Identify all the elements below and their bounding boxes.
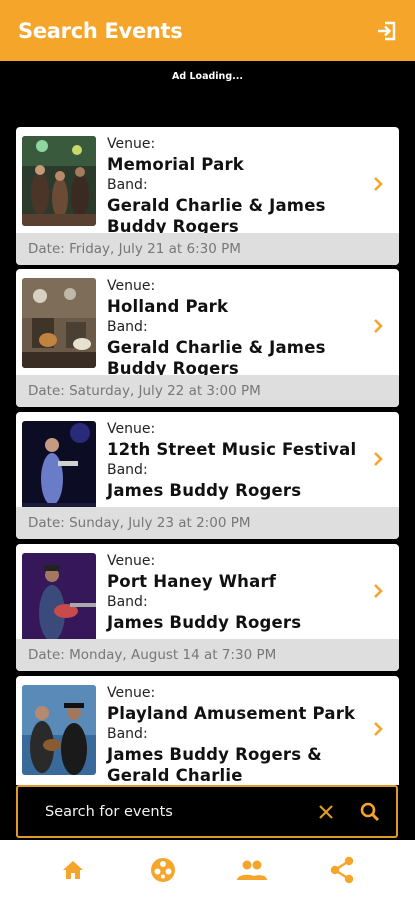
search-button[interactable] <box>348 787 392 836</box>
event-photo <box>22 685 96 775</box>
event-date: Date: Monday, August 14 at 7:30 PM <box>16 639 399 671</box>
film-reel-icon <box>150 858 175 882</box>
band-label: Band: <box>107 726 148 742</box>
venue-name: Memorial Park <box>107 155 244 174</box>
event-photo <box>22 553 96 643</box>
search-input[interactable] <box>18 787 304 836</box>
event-photo <box>22 421 96 511</box>
event-card[interactable]: Venue: Port Haney Wharf Band: James Budd… <box>16 544 399 671</box>
venue-label: Venue: <box>107 136 156 152</box>
clear-search-button[interactable] <box>304 787 348 836</box>
venue-name: Holland Park <box>107 297 229 316</box>
chevron-right-icon <box>374 319 383 333</box>
nav-home[interactable] <box>53 850 93 890</box>
event-info: Venue: Holland Park Band: Gerald Charlie… <box>107 276 363 379</box>
nav-share[interactable] <box>322 850 362 890</box>
event-card[interactable]: Venue: Memorial Park Band: Gerald Charli… <box>16 127 399 265</box>
page-title: Search Events <box>18 18 183 43</box>
bottom-nav <box>0 840 415 900</box>
event-info: Venue: Port Haney Wharf Band: James Budd… <box>107 551 363 633</box>
venue-label: Venue: <box>107 421 156 437</box>
logout-button[interactable] <box>373 17 401 45</box>
group-icon <box>237 860 268 880</box>
event-info: Venue: Memorial Park Band: Gerald Charli… <box>107 134 363 237</box>
event-date: Date: Saturday, July 22 at 3:00 PM <box>16 375 399 407</box>
band-name: James Buddy Rogers <box>107 481 302 500</box>
share-icon <box>330 856 354 884</box>
nav-members[interactable] <box>232 850 272 890</box>
search-bar <box>16 785 398 838</box>
ad-banner: Ad Loading... <box>0 61 415 123</box>
event-card[interactable]: Venue: Playland Amusement Park Band: Jam… <box>16 676 399 785</box>
chevron-right-icon <box>374 452 383 466</box>
venue-name: Playland Amusement Park <box>107 704 356 723</box>
search-icon <box>360 802 380 821</box>
event-card[interactable]: Venue: 12th Street Music Festival Band: … <box>16 412 399 539</box>
nav-events[interactable] <box>143 850 183 890</box>
venue-name: 12th Street Music Festival <box>107 440 357 459</box>
events-list[interactable]: Venue: Memorial Park Band: Gerald Charli… <box>0 123 415 785</box>
event-info: Venue: 12th Street Music Festival Band: … <box>107 419 363 501</box>
band-label: Band: <box>107 319 148 335</box>
venue-name: Port Haney Wharf <box>107 572 277 591</box>
band-name: James Buddy Rogers & Gerald Charlie <box>107 745 322 785</box>
chevron-right-icon <box>374 177 383 191</box>
event-card[interactable]: Venue: Holland Park Band: Gerald Charlie… <box>16 269 399 407</box>
app-header: Search Events <box>0 0 415 61</box>
venue-label: Venue: <box>107 278 156 294</box>
logout-icon <box>378 21 396 40</box>
event-date: Date: Friday, July 21 at 6:30 PM <box>16 233 399 265</box>
ad-loading-text: Ad Loading... <box>172 71 243 82</box>
chevron-right-icon <box>374 722 383 736</box>
event-date: Date: Sunday, July 23 at 2:00 PM <box>16 507 399 539</box>
band-label: Band: <box>107 177 148 193</box>
event-photo <box>22 278 96 368</box>
event-info: Venue: Playland Amusement Park Band: Jam… <box>107 683 363 785</box>
band-name: Gerald Charlie & James Buddy Rogers <box>107 196 326 236</box>
chevron-right-icon <box>374 584 383 598</box>
venue-label: Venue: <box>107 685 156 701</box>
home-icon <box>62 861 83 879</box>
venue-label: Venue: <box>107 553 156 569</box>
clear-icon <box>319 804 333 819</box>
event-photo <box>22 136 96 226</box>
band-name: James Buddy Rogers <box>107 613 302 632</box>
band-name: Gerald Charlie & James Buddy Rogers <box>107 338 326 378</box>
band-label: Band: <box>107 462 148 478</box>
band-label: Band: <box>107 594 148 610</box>
